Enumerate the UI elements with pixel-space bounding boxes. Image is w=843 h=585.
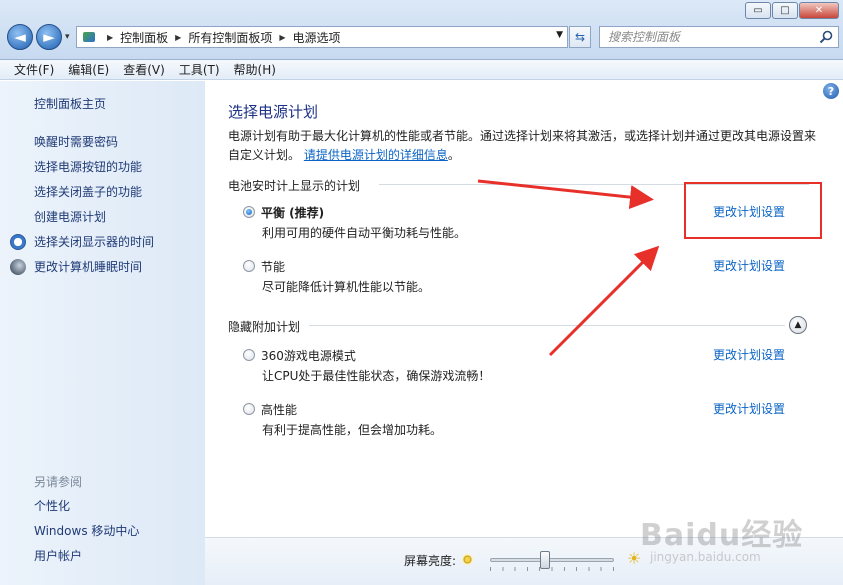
sidebar-item-lid-close[interactable]: 选择关闭盖子的功能 xyxy=(10,179,154,204)
see-also-personalization[interactable]: 个性化 xyxy=(34,493,139,518)
plan-details-link[interactable]: 请提供电源计划的详细信息 xyxy=(304,148,448,162)
sidebar-item-wake-password[interactable]: 唤醒时需要密码 xyxy=(10,129,154,154)
sidebar-task-list: 唤醒时需要密码 选择电源按钮的功能 选择关闭盖子的功能 创建电源计划 选择关闭显… xyxy=(10,129,154,279)
see-also-mobility-center[interactable]: Windows 移动中心 xyxy=(34,518,139,543)
control-panel-icon xyxy=(81,29,99,45)
plan-power-saver[interactable]: 节能 尽可能降低计算机性能以节能。 xyxy=(243,257,430,295)
brightness-label: 屏幕亮度: xyxy=(404,554,457,568)
menu-tools[interactable]: 工具(T) xyxy=(172,61,227,78)
chevron-right-icon[interactable]: ▶ xyxy=(275,33,289,42)
menu-help[interactable]: 帮助(H) xyxy=(227,61,283,78)
refresh-button[interactable]: ⇆ xyxy=(569,26,591,48)
breadcrumb-all-items[interactable]: 所有控制面板项 xyxy=(185,29,275,46)
page-title: 选择电源计划 xyxy=(228,103,319,121)
sidebar-item-create-plan[interactable]: 创建电源计划 xyxy=(10,204,154,229)
plan-name: 节能 xyxy=(261,259,286,274)
sidebar-item-label: 选择关闭盖子的功能 xyxy=(34,185,143,199)
sidebar-item-power-button[interactable]: 选择电源按钮的功能 xyxy=(10,154,154,179)
main-panel: ? 选择电源计划 电源计划有助于最大化计算机的性能或者节能。通过选择计划来将其激… xyxy=(205,81,843,537)
plan-radio[interactable] xyxy=(243,403,255,415)
annotation-highlight-box xyxy=(684,182,822,239)
sidebar-home-link[interactable]: 控制面板主页 xyxy=(34,95,106,112)
address-dropdown-icon[interactable]: ▼ xyxy=(556,30,563,40)
breadcrumb-control-panel[interactable]: 控制面板 xyxy=(117,29,171,46)
close-button[interactable]: ✕ xyxy=(799,2,839,19)
window-controls: ▭ □ ✕ xyxy=(744,2,839,19)
title-bar: ▭ □ ✕ ◄ ► ▾ ▶ 控制面板 ▶ 所有控制面板项 ▶ 电源选项 ▼ ⇆ xyxy=(0,0,843,60)
menu-bar: 文件(F) 编辑(E) 查看(V) 工具(T) 帮助(H) xyxy=(0,60,843,80)
see-also-list: 个性化 Windows 移动中心 用户帐户 xyxy=(34,493,139,568)
watermark-url: jingyan.baidu.com xyxy=(650,550,761,564)
watermark: Baidu经验 jingyan.baidu.com xyxy=(640,510,840,580)
page-description: 电源计划有助于最大化计算机的性能或者节能。通过选择计划来将其激活，或选择计划并通… xyxy=(228,129,817,162)
chevron-right-icon[interactable]: ▶ xyxy=(171,33,185,42)
change-plan-settings-360-gaming[interactable]: 更改计划设置 xyxy=(713,346,785,363)
sidebar-item-label: 选择电源按钮的功能 xyxy=(34,160,143,174)
collapse-hidden-plans-button[interactable]: ▲ xyxy=(789,316,807,334)
plan-name: 360游戏电源模式 xyxy=(261,348,356,363)
search-input[interactable] xyxy=(608,30,808,44)
plan-description: 尽可能降低计算机性能以节能。 xyxy=(262,280,431,294)
maximize-button[interactable]: □ xyxy=(772,2,798,19)
sidebar-item-label: 创建电源计划 xyxy=(34,210,107,224)
clock-icon xyxy=(10,233,26,250)
change-plan-settings-power-saver[interactable]: 更改计划设置 xyxy=(713,257,785,274)
plan-radio[interactable] xyxy=(243,349,255,361)
sidebar: 控制面板主页 唤醒时需要密码 选择电源按钮的功能 选择关闭盖子的功能 创建电源计… xyxy=(0,81,205,585)
sidebar-item-label: 更改计算机睡眠时间 xyxy=(34,260,143,274)
sidebar-item-sleep-time[interactable]: 更改计算机睡眠时间 xyxy=(10,254,154,279)
recent-pages-dropdown[interactable]: ▾ xyxy=(65,32,70,42)
sidebar-item-label: 选择关闭显示器的时间 xyxy=(34,235,155,249)
change-plan-settings-high-performance[interactable]: 更改计划设置 xyxy=(713,400,785,417)
search-box[interactable] xyxy=(599,26,839,48)
see-also-heading: 另请参阅 xyxy=(34,475,83,489)
back-button[interactable]: ◄ xyxy=(7,24,33,50)
forward-button[interactable]: ► xyxy=(36,24,62,50)
moon-icon xyxy=(10,258,26,275)
chevron-right-icon[interactable]: ▶ xyxy=(103,33,117,42)
plan-description: 让CPU处于最佳性能状态，确保游戏流畅！ xyxy=(262,369,491,383)
plan-radio[interactable] xyxy=(243,260,255,272)
watermark-logo: Baidu经验 xyxy=(640,518,804,553)
group-divider xyxy=(309,325,785,326)
plan-description: 利用可用的硬件自动平衡功耗与性能。 xyxy=(262,226,467,240)
menu-file[interactable]: 文件(F) xyxy=(7,61,61,78)
breadcrumb-power-options[interactable]: 电源选项 xyxy=(290,29,344,46)
plan-name: 高性能 xyxy=(261,402,298,417)
plan-radio-selected[interactable] xyxy=(243,206,255,218)
plan-high-performance[interactable]: 高性能 有利于提高性能，但会增加功耗。 xyxy=(243,400,442,438)
address-bar[interactable]: ▶ 控制面板 ▶ 所有控制面板项 ▶ 电源选项 ▼ xyxy=(76,26,568,48)
plan-description: 有利于提高性能，但会增加功耗。 xyxy=(262,423,443,437)
sidebar-item-label: 唤醒时需要密码 xyxy=(34,135,119,149)
help-icon[interactable]: ? xyxy=(823,83,839,99)
menu-view[interactable]: 查看(V) xyxy=(116,61,172,78)
dim-brightness-icon xyxy=(462,554,473,565)
plan-name: 平衡 (推荐) xyxy=(261,205,325,220)
group-heading-hidden-plans[interactable]: 隐藏附加计划 xyxy=(228,318,300,335)
plan-360-gaming[interactable]: 360游戏电源模式 让CPU处于最佳性能状态，确保游戏流畅！ xyxy=(243,346,490,384)
group-heading-battery-plans: 电池安时计上显示的计划 xyxy=(228,179,361,193)
plan-balanced[interactable]: 平衡 (推荐) 利用可用的硬件自动平衡功耗与性能。 xyxy=(243,203,466,241)
brightness-slider[interactable] xyxy=(490,551,614,569)
search-icon[interactable] xyxy=(819,30,833,44)
menu-edit[interactable]: 编辑(E) xyxy=(61,61,116,78)
minimize-button[interactable]: ▭ xyxy=(745,2,771,19)
sidebar-item-display-off[interactable]: 选择关闭显示器的时间 xyxy=(10,229,154,254)
see-also-user-accounts[interactable]: 用户帐户 xyxy=(34,543,139,568)
slider-ticks xyxy=(490,567,614,571)
